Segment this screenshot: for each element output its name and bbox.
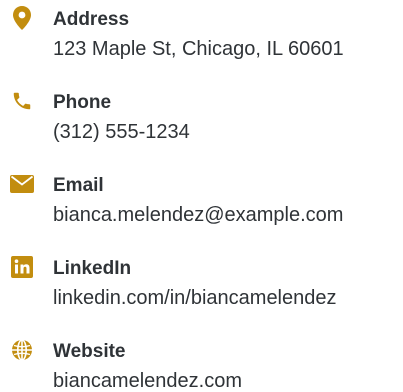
globe-icon — [8, 336, 36, 364]
website-label: Website — [53, 341, 126, 362]
contact-list: Address 123 Maple St, Chicago, IL 60601 … — [0, 0, 403, 391]
linkedin-icon — [8, 253, 36, 281]
phone-link[interactable]: (312) 555-1234 — [53, 122, 190, 142]
email-label: Email — [53, 175, 104, 196]
phone-label: Phone — [53, 92, 112, 113]
address-value: 123 Maple St, Chicago, IL 60601 — [53, 38, 344, 60]
email-link[interactable]: bianca.melendez@example.com — [53, 205, 343, 225]
map-pin-icon — [8, 4, 36, 32]
website-link[interactable]: biancamelendez.com — [53, 371, 242, 391]
address-label: Address — [53, 9, 130, 30]
linkedin-label: LinkedIn — [53, 258, 132, 279]
envelope-icon — [8, 170, 36, 198]
linkedin-link[interactable]: linkedin.com/in/biancamelendez — [53, 288, 337, 308]
phone-icon — [8, 87, 36, 115]
